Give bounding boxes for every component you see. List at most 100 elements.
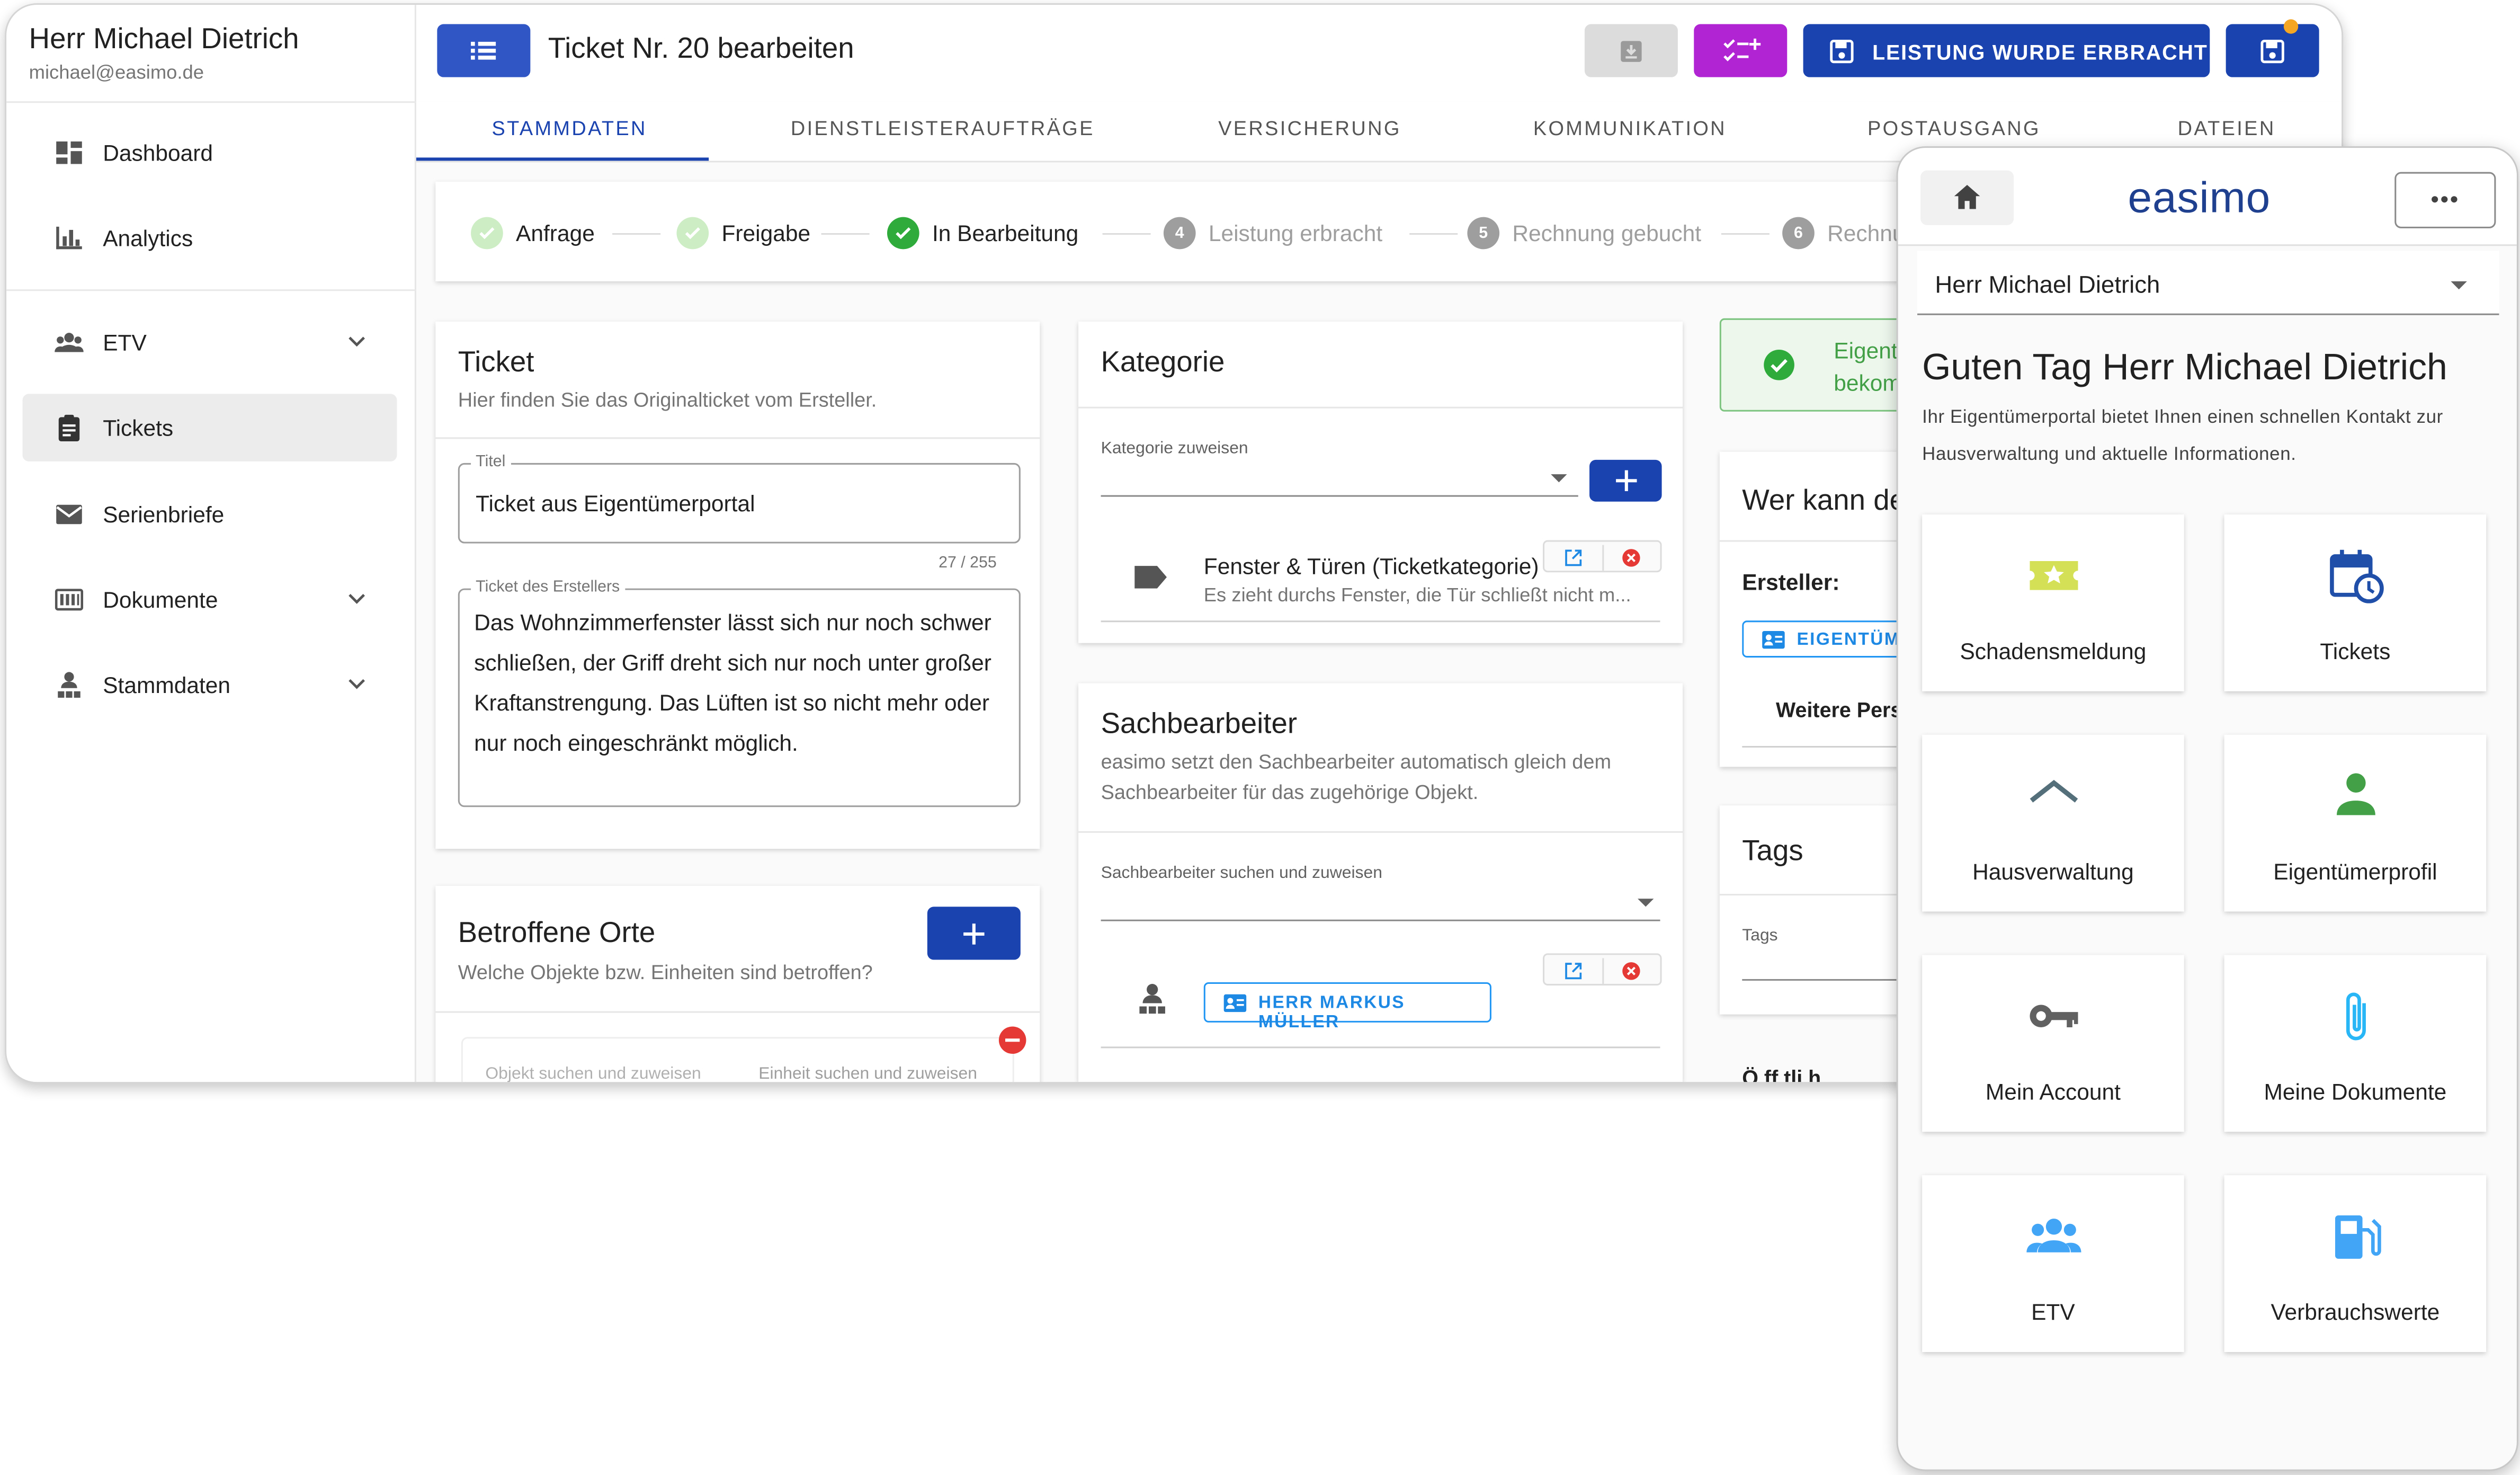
save-button[interactable] [2226,19,2319,77]
user-select-value: Herr Michael Dietrich [1935,271,2160,299]
creator-label: Ersteller: [1742,569,1840,595]
cut-off-heading: Ö ff tli h [1742,1065,1821,1084]
clerk-search-select[interactable] [1101,919,1660,921]
group-icon [55,333,84,352]
greeting: Guten Tag Herr Michael Dietrich [1922,345,2447,388]
open-external-icon[interactable] [1563,548,1583,567]
ownership-notice-text: Eigent bekom [1834,334,1901,398]
sidebar-item-stammdaten[interactable]: Stammdaten [22,651,397,718]
label-tag-icon [1134,566,1167,589]
clerk-item-actions [1543,953,1662,986]
step-label: Rechnung gebucht [1512,220,1702,246]
assigned-clerk-chip[interactable]: HERR MARKUS MÜLLER [1203,982,1491,1032]
tile-tickets[interactable]: Tickets [2224,514,2487,691]
documents-icon [55,589,84,611]
sidebar-item-tickets[interactable]: Tickets [22,394,397,461]
sidebar-item-label: Serienbriefe [103,501,225,528]
download-button[interactable] [1584,24,1678,77]
remove-icon[interactable] [1622,962,1641,981]
tab-postausgang[interactable]: POSTAUSGANG [1867,118,2041,140]
category-card: Kategorie Kategorie zuweisen Fenster & T… [1078,321,1683,643]
tile-schadensmeldung[interactable]: Schadensmeldung [1922,514,2184,691]
tile-verbrauchswerte[interactable]: Verbrauchswerte [2224,1175,2487,1352]
step-connector [1721,233,1770,235]
unit-search-input[interactable]: Einheit suchen und zuweisen [758,1064,977,1082]
paperclip-icon [2346,992,2366,1041]
tile-label: ETV [2031,1299,2075,1325]
remove-place-icon[interactable] [998,1026,1027,1055]
sidebar-item-dashboard[interactable]: Dashboard [22,119,397,186]
sidebar-item-analytics[interactable]: Analytics [22,204,397,271]
service-completed-button[interactable]: LEISTUNG WURDE ERBRACHT [1803,24,2210,77]
intro-text: Ihr Eigentümerportal bietet Ihnen einen … [1922,408,2443,465]
creator-text-value: Das Wohnzimmerfenster lässt sich nur noc… [474,609,991,756]
step-connector [1102,233,1151,235]
object-search-input[interactable]: Objekt suchen und zuweisen [485,1064,701,1082]
card-divider [1078,406,1683,408]
damage-report-icon [2030,561,2078,590]
step-label: In Bearbeitung [932,220,1079,246]
more-persons-label: Weitere Pers [1776,697,1902,722]
home-icon [1954,184,1980,209]
sidebar-item-serienbriefe[interactable]: Serienbriefe [22,481,397,548]
key-icon [2030,1005,2078,1027]
add-place-button[interactable] [927,907,1021,960]
category-card-title: Kategorie [1101,345,1225,378]
user-name: Herr Michael Dietrich [29,22,299,55]
group-icon [2026,1219,2081,1252]
step-in-bearbeitung: In Bearbeitung [887,217,1078,250]
tab-versicherung[interactable]: VERSICHERUNG [1218,118,1401,140]
more-options-button[interactable] [2394,172,2496,228]
person-tree-icon [58,672,81,698]
dropdown-arrow-icon[interactable] [1638,899,1654,907]
remove-icon[interactable] [1622,548,1641,567]
open-external-icon[interactable] [1563,962,1583,981]
dropdown-arrow-icon[interactable] [1551,474,1567,483]
category-item-description: Es zieht durchs Fenster, die Tür schließ… [1203,583,1631,606]
sidebar-item-label: Analytics [103,225,193,251]
easimo-logo: easimo [2128,173,2271,222]
check-circle-icon [1764,349,1794,380]
dashboard-icon [56,141,82,164]
checklist-add-button[interactable] [1694,24,1788,77]
check-icon [887,217,919,250]
place-row: Objekt suchen und zuweisen Einheit suche… [461,1037,1014,1082]
tab-stammdaten[interactable]: STAMMDATEN [492,118,647,140]
active-tab-indicator [416,157,709,161]
tile-etv[interactable]: ETV [1922,1175,2184,1352]
tile-hausverwaltung[interactable]: Hausverwaltung [1922,734,2184,912]
tile-label: Mein Account [1985,1079,2121,1105]
title-field[interactable]: Titel Ticket aus Eigentümerportal [458,453,1021,544]
sidebar-item-dokumente[interactable]: Dokumente [22,566,397,633]
user-email: michael@easimo.de [29,61,204,84]
user-select[interactable]: Herr Michael Dietrich [1917,251,2499,315]
list-menu-button[interactable] [437,24,531,77]
mail-icon [56,504,82,525]
tile-label: Tickets [2320,638,2391,664]
notice-line: bekom [1834,369,1901,396]
category-select[interactable] [1101,495,1578,497]
sidebar-divider [6,101,416,103]
tile-label: Verbrauchswerte [2271,1299,2440,1325]
sidebar-item-label: Stammdaten [103,672,231,698]
checklist-add-icon [1723,38,1761,61]
step-connector [1409,233,1458,235]
step-label: Freigabe [721,220,811,246]
category-item-divider [1101,620,1660,623]
dropdown-arrow-icon[interactable] [2451,281,2467,290]
tab-dateien[interactable]: DATEIEN [2178,118,2276,140]
tile-label: Eigentümerprofil [2273,858,2437,884]
tab-dienstleisterauftraege[interactable]: DIENSTLEISTERAUFTRÄGE [791,118,1095,140]
tile-meine-dokumente[interactable]: Meine Dokumente [2224,955,2487,1132]
tile-mein-account[interactable]: Mein Account [1922,955,2184,1132]
add-category-button[interactable] [1589,459,1662,502]
sidebar-item-etv[interactable]: ETV [22,309,397,376]
tab-kommunikation[interactable]: KOMMUNIKATION [1533,118,1727,140]
step-label: Rechnu [1827,220,1905,246]
tile-eigentuemerprofil[interactable]: Eigentümerprofil [2224,734,2487,912]
step-rechnung: 6 Rechnu [1782,217,1905,250]
tile-label: Meine Dokumente [2264,1079,2447,1105]
creator-text-field[interactable]: Ticket des Erstellers Das Wohnzimmerfens… [458,579,1021,807]
sidebar-item-label: ETV [103,330,147,356]
home-button[interactable] [1920,170,2014,225]
